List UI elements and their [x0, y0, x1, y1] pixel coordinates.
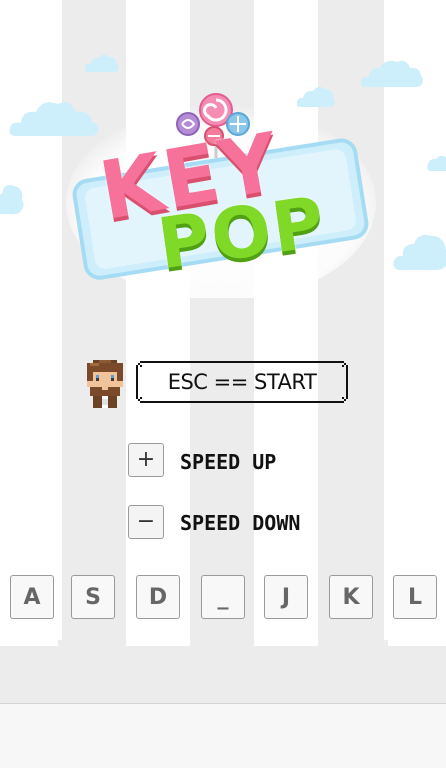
plus-icon: +	[136, 447, 156, 472]
lane-cap	[0, 640, 58, 646]
cloud-icon	[84, 54, 119, 72]
page-bottom	[0, 704, 446, 768]
lane-cap	[388, 640, 446, 646]
key-d[interactable]: D	[136, 575, 180, 619]
cloud-icon	[0, 185, 24, 215]
key-s[interactable]: S	[71, 575, 115, 619]
key-space[interactable]: _	[201, 575, 245, 619]
minus-icon: −	[136, 509, 156, 534]
key-k[interactable]: K	[329, 575, 373, 619]
start-prompt-text: ESC == START	[167, 370, 317, 394]
game-logo: KEY POP	[66, 88, 376, 298]
lane-cap	[126, 640, 190, 646]
speed-up-button[interactable]: +	[128, 443, 164, 477]
player-character-icon	[87, 360, 123, 408]
speed-up-label: SPEED UP	[180, 450, 277, 474]
lane-l	[384, 0, 446, 640]
speed-down-label: SPEED DOWN	[180, 511, 301, 535]
cloud-icon	[393, 235, 446, 270]
game-board: KEY POP ESC == START + SPEED UP − SPEED …	[0, 0, 446, 640]
key-j[interactable]: J	[264, 575, 308, 619]
key-a[interactable]: A	[10, 575, 54, 619]
start-prompt-box: ESC == START	[136, 361, 348, 403]
speed-down-button[interactable]: −	[128, 505, 164, 539]
board-footer	[0, 640, 446, 704]
cloud-icon	[360, 60, 423, 87]
key-l[interactable]: L	[393, 575, 437, 619]
lane-cap	[254, 640, 318, 646]
cloud-icon	[427, 155, 446, 171]
